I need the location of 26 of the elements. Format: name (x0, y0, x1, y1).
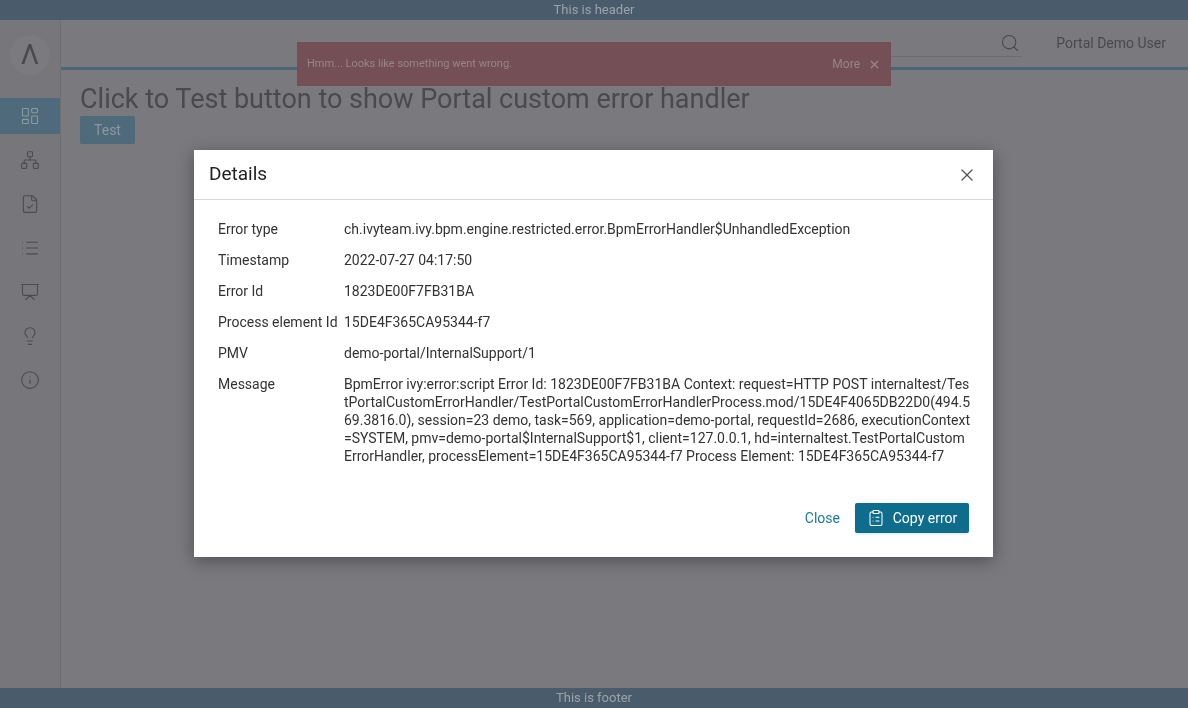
detail-value: 15DE4F365CA95344-f7 (344, 313, 492, 331)
dashboard-icon (20, 106, 40, 126)
document-check-icon (20, 194, 40, 214)
dialog-title: Details (209, 161, 268, 188)
detail-label: Message (218, 375, 276, 394)
footer-bar: This is footer (0, 688, 1188, 708)
detail-label: Error Id (218, 282, 265, 300)
hierarchy-icon (20, 150, 40, 170)
detail-label: Error type (218, 220, 279, 238)
detail-value: demo-portal/InternalSupport/1 (344, 344, 537, 362)
search-icon (1000, 33, 1021, 53)
clipboard-icon (866, 509, 885, 527)
header-bar: This is header (0, 0, 1188, 20)
chart-board-icon (20, 282, 40, 302)
detail-label: Process element Id (218, 313, 339, 331)
detail-value: BpmError ivy:error:script Error Id: 1823DE00F7FB31BA Context: request=HTTP POST internaltest/TestPortalCustomErrorHandler/TestPortalCustomErrorHandlerProcess.mod/15DE4F4065DB22D0(494.569.3816.0), session=23 demo, task=569, application=demo-portal, requestId=2686, executionContext=SYSTEM, pmv=demo-portal$InternalSupport$1, client=127.0.0.1, hd=internaltest.TestPortalCustomErrorHandler, processElement=15DE4F365CA95344-f7 Process Element: 15DE4F365CA95344-f7 (344, 375, 972, 465)
close-button[interactable]: Close (803, 507, 841, 529)
detail-value: 2022-07-27 04:17:50 (344, 251, 474, 269)
sidebar-item[interactable] (0, 98, 60, 134)
info-icon (20, 370, 40, 390)
copy-error-button[interactable]: Copy error (855, 503, 969, 533)
detail-label: Timestamp (218, 251, 291, 269)
detail-value: 1823DE00F7FB31BA (344, 282, 475, 300)
detail-value: ch.ivyteam.ivy.bpm.engine.restricted.error.BpmErrorHandler$UnhandledException (344, 220, 852, 238)
test-button[interactable]: Test (80, 116, 135, 144)
detail-label: PMV (218, 344, 249, 362)
